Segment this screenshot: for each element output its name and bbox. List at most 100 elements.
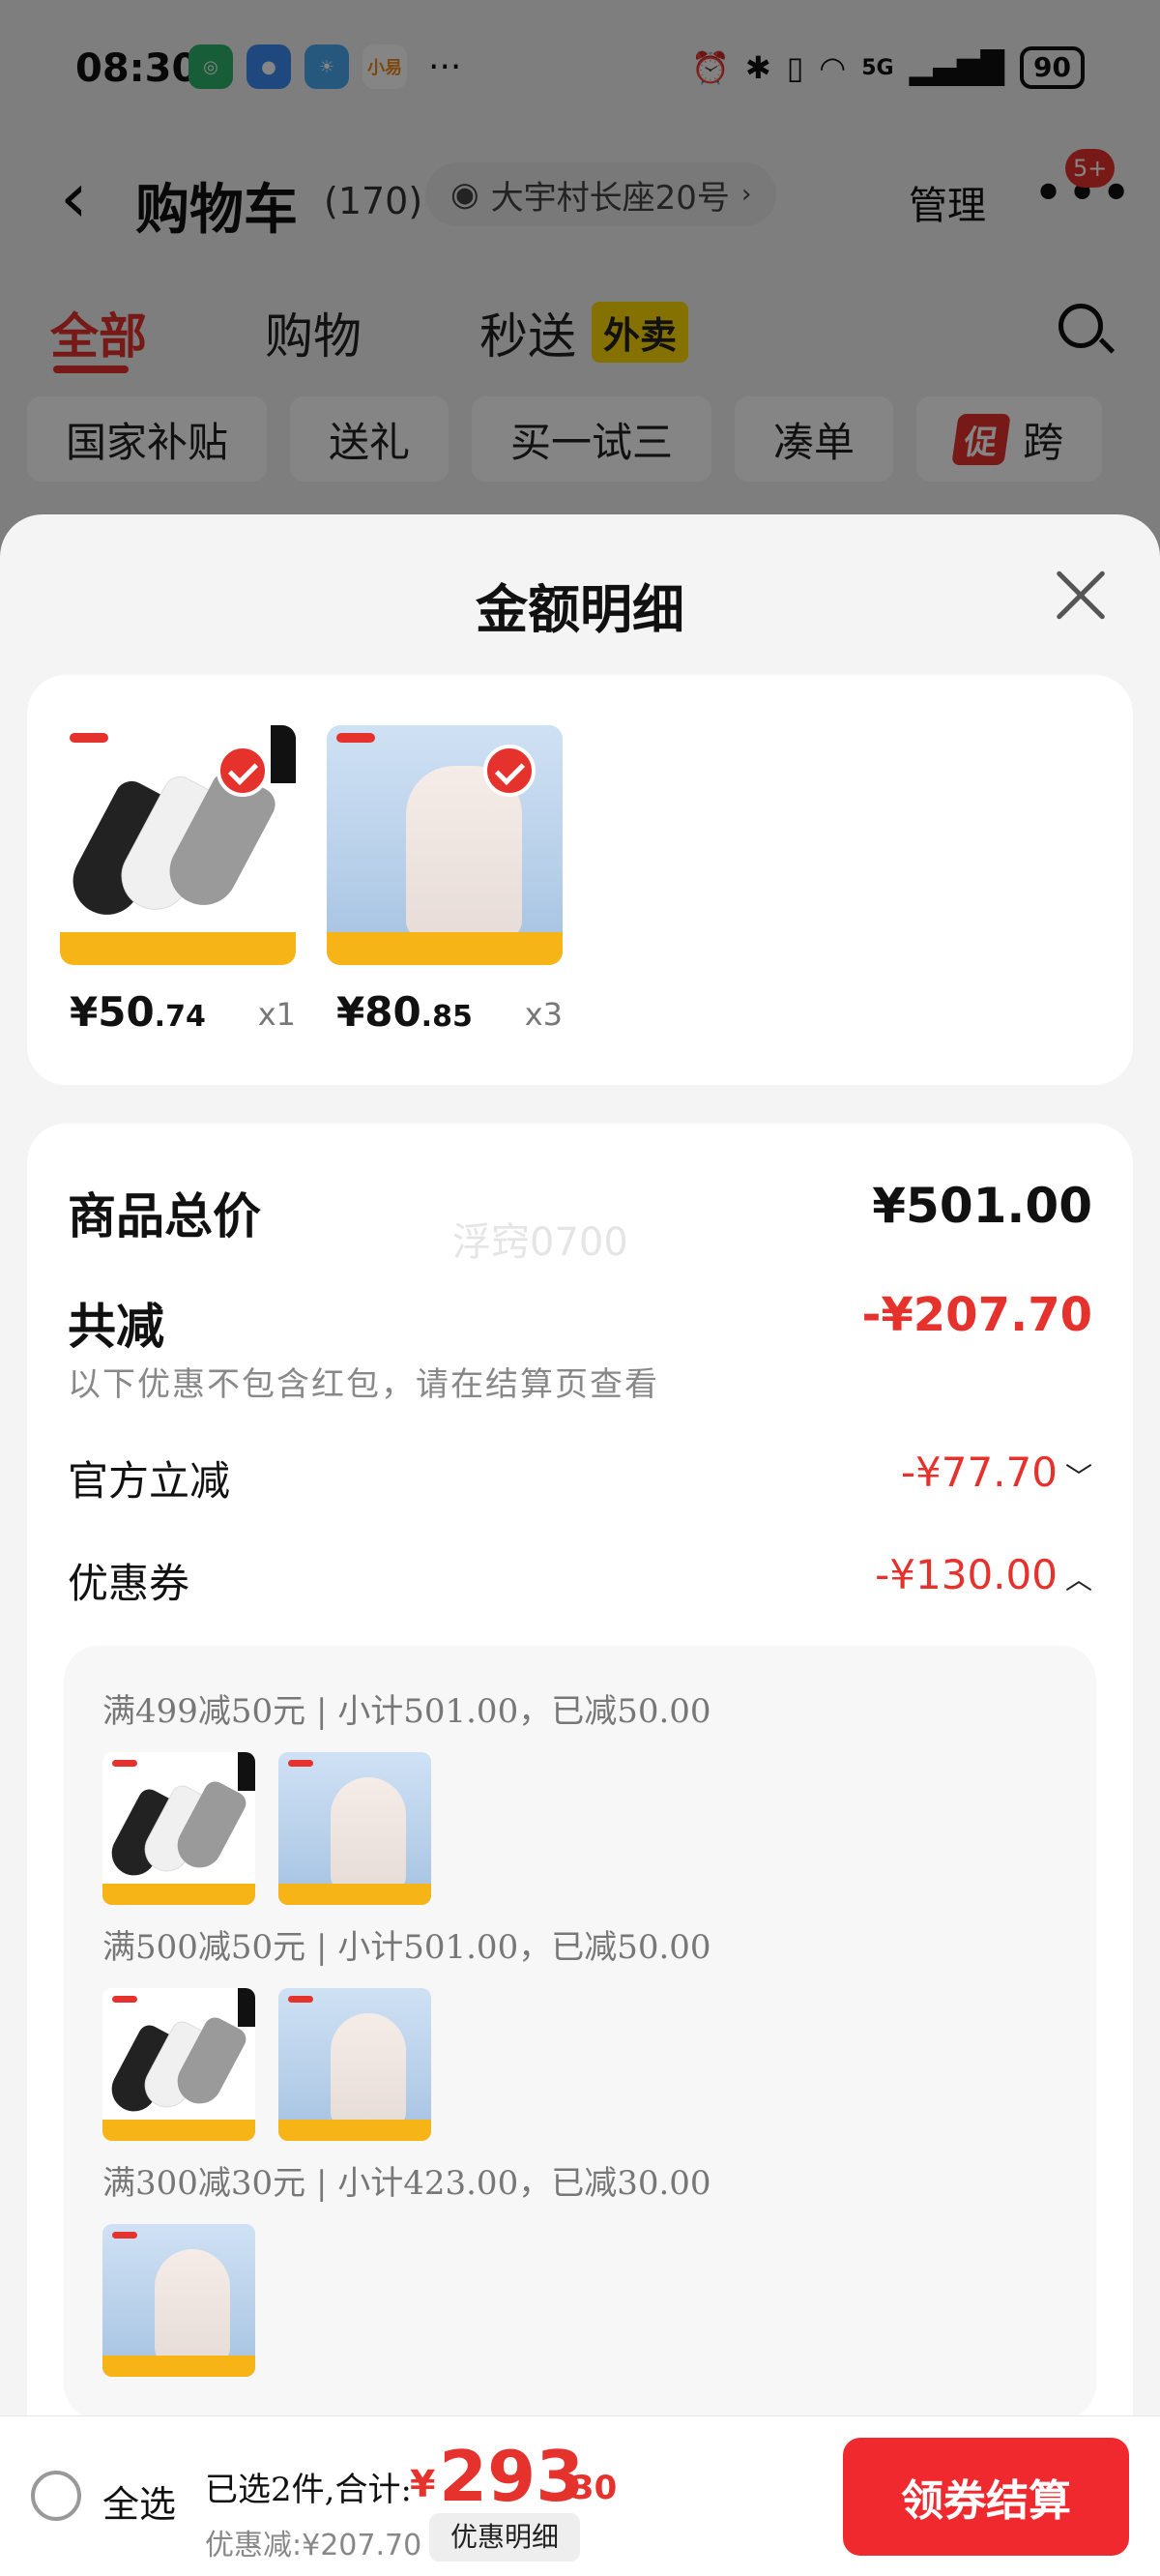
tab-instant-delivery[interactable]: 秒送 [479,298,576,367]
coupon-value-wrap: -¥130.00 ︿ [875,1551,1092,1598]
cart-nav-bar: ‹ 购物车 (170) ◉ 大宇村长座20号 › 管理 ••• 5+ [0,145,1160,251]
total-price-row: 商品总价 ¥501.00 [68,1178,1092,1245]
address-selector[interactable]: ◉ 大宇村长座20号 › [425,162,777,226]
select-all-label[interactable]: 全选 [102,2474,176,2528]
coupon-rule: 满300减30元 | 小计423.00，已减30.00 [102,2164,711,2203]
search-icon[interactable] [1058,304,1103,348]
checkout-bar: 全选 已选2件,合计: ¥ 293 .30 优惠减:¥207.70 优惠明细 领… [0,2415,1160,2576]
brand-logo [336,733,375,743]
select-all-radio[interactable] [31,2471,81,2521]
status-app-icons: ◎ ● ☀ 小易 ··· [188,44,461,89]
active-tab-indicator [53,366,129,373]
alarm-icon: ⏰ [691,49,730,86]
discount-summary: 优惠减:¥207.70 [205,2529,422,2562]
vibrate-icon: ▯ [786,49,804,86]
address-text: 大宇村长座20号 [490,178,730,218]
coupon-row[interactable]: 优惠券 -¥130.00 ︿ [68,1551,1092,1609]
close-icon[interactable] [1052,567,1110,625]
status-bar: 08:30 ◎ ● ☀ 小易 ··· ⏰ ✱ ▯ ◠ 5G ▂▄▆█ 90 [0,0,1160,140]
cart-count: (170) [324,180,423,222]
price-detail-sheet: 金额明细 ¥50.74 x1 ¥80.85 x3 浮窍0700 商品总价 ¥50… [0,514,1160,2576]
official-discount-row[interactable]: 官方立减 -¥77.70 ﹀ [68,1449,1092,1507]
chip-add-on[interactable]: 凑单 [735,396,894,482]
total-discount-row: 共减 -¥207.70 以下优惠不包含红包，请在结算页查看 [68,1288,1092,1404]
network-type: 5G [861,55,894,80]
cart-page-background: 08:30 ◎ ● ☀ 小易 ··· ⏰ ✱ ▯ ◠ 5G ▂▄▆█ 90 ‹ … [0,0,1160,542]
selected-info: 已选2件,合计: [205,2471,412,2509]
discount-detail-button[interactable]: 优惠明细 [429,2513,581,2561]
total-discount-label: 共减 [68,1298,164,1355]
selected-check-icon[interactable] [483,745,536,797]
waimai-tag: 外卖 [592,302,689,363]
chevron-up-icon: ︿ [1064,1564,1092,1595]
jacket-mini-thumbnail [278,1988,431,2141]
price-decimal: .85 [420,1000,473,1034]
jacket-mini-thumbnail [102,2224,255,2377]
manage-button[interactable]: 管理 [909,174,986,230]
status-system-icons: ⏰ ✱ ▯ ◠ 5G ▂▄▆█ 90 [691,46,1085,89]
total-currency: ¥ [410,2463,436,2505]
chip-national-subsidy[interactable]: 国家补贴 [27,396,268,482]
status-more-dots: ··· [428,46,462,87]
price-summary-card: 浮窍0700 商品总价 ¥501.00 共减 -¥207.70 以下优惠不包含红… [27,1124,1133,2458]
filter-chips: 国家补贴 送礼 买一试三 凑单 促 跨 [27,396,1160,485]
selected-check-icon[interactable] [217,745,269,797]
jacket-mini-thumbnail [278,1752,431,1905]
chip-cross-label: 跨 [1023,418,1064,466]
coupon-rule: 满500减50元 | 小计501.00，已减50.00 [102,1928,711,1967]
socks-mini-thumbnail [102,1988,255,2141]
product-quantity: x3 [524,996,563,1033]
tab-all[interactable]: 全部 [50,298,147,367]
battery-indicator: 90 [1020,46,1085,89]
chevron-down-icon: ﹀ [1064,1461,1092,1493]
product-price: ¥80.85 [336,988,473,1036]
price-integer: ¥80 [336,988,421,1036]
weather-icon: ☀ [304,44,349,89]
back-chevron-icon[interactable]: ‹ [60,162,88,232]
cart-tabs: 全部 购物 秒送 外卖 [0,290,1160,387]
eye-icon: ◉ [450,175,479,214]
chevron-right-icon: › [740,180,752,209]
discount-note: 以下优惠不包含红包，请在结算页查看 [68,1365,659,1404]
wifi-icon: ◠ [819,49,847,86]
brand-logo [70,733,108,743]
sheet-title: 金额明细 [476,579,684,640]
coupon-breakdown-panel: 满499减50元 | 小计501.00，已减50.00 满500减50元 | 小… [64,1646,1096,2419]
pack-label [271,725,296,783]
coupon-label: 优惠券 [68,1560,190,1607]
chip-buy-try-three[interactable]: 买一试三 [472,396,712,482]
price-decimal: .74 [154,1000,206,1034]
chip-gift[interactable]: 送礼 [290,396,450,482]
product-price: ¥50.74 [70,988,206,1036]
official-discount-value: -¥77.70 [900,1449,1058,1496]
promo-banner [327,932,563,965]
official-discount-value-wrap: -¥77.70 ﹀ [901,1449,1092,1496]
coupon-value: -¥130.00 [875,1551,1058,1598]
promo-mark: 促 [951,413,1011,465]
checkout-button[interactable]: 领券结算 [843,2438,1129,2556]
bluetooth-icon: ✱ [744,49,771,86]
total-discount-value: -¥207.70 [861,1288,1092,1342]
total-decimal: .30 [559,2469,618,2507]
socks-mini-thumbnail [102,1752,255,1905]
official-discount-label: 官方立减 [68,1457,231,1505]
signal-icon: ▂▄▆█ [909,49,1005,86]
messages-icon: ● [246,44,291,89]
xiaoyi-icon: 小易 [362,44,407,89]
page-title: 购物车 [135,179,298,242]
jacket-thumbnail [327,725,563,965]
message-badge: 5+ [1065,149,1116,188]
status-time: 08:30 [75,46,199,91]
total-price-value: ¥501.00 [872,1178,1092,1234]
selected-products-card: ¥50.74 x1 ¥80.85 x3 [27,675,1133,1085]
product-quantity: x1 [257,996,296,1033]
coupon-rule: 满499减50元 | 小计501.00，已减50.00 [102,1692,711,1731]
price-integer: ¥50 [70,988,155,1036]
tab-shopping[interactable]: 购物 [265,298,362,367]
socks-thumbnail [60,725,296,965]
product-item[interactable]: ¥80.85 x3 [327,725,563,1036]
chip-cross-store-promo[interactable]: 促 跨 [916,396,1103,482]
mobile-service-icon: ◎ [188,44,233,89]
total-price-label: 商品总价 [68,1187,261,1244]
product-item[interactable]: ¥50.74 x1 [60,725,296,1036]
